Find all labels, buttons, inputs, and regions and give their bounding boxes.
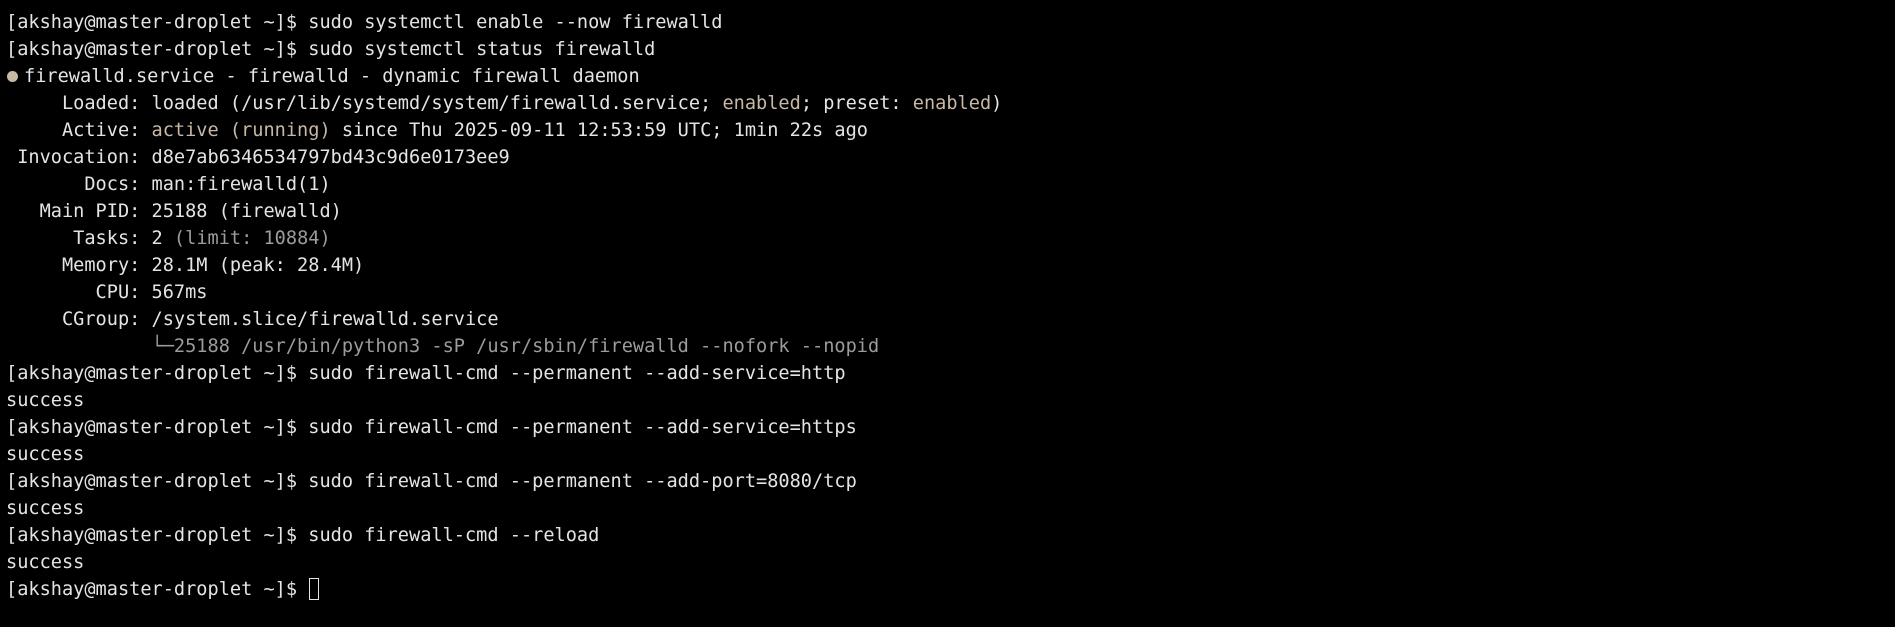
command-text: sudo firewall-cmd --reload (308, 525, 600, 546)
command-line: [akshay@master-droplet ~]$ sudo systemct… (6, 36, 1895, 63)
status-invocation-line: Invocation: d8e7ab6346534797bd43c9d6e017… (6, 144, 1895, 171)
command-output: success (6, 498, 85, 519)
field-label: Main PID: (6, 201, 152, 222)
command-line: [akshay@master-droplet ~]$ sudo firewall… (6, 468, 1895, 495)
shell-prompt: [akshay@master-droplet ~]$ (6, 525, 309, 546)
terminal-window[interactable]: [akshay@master-droplet ~]$ sudo systemct… (0, 0, 1895, 627)
command-output: success (6, 552, 85, 573)
cgroup-process-tree: └─25188 /usr/bin/python3 -sP /usr/sbin/f… (6, 336, 880, 357)
status-docs-line: Docs: man:firewalld(1) (6, 171, 1895, 198)
command-text: sudo systemctl status firewalld (308, 39, 656, 60)
field-label: Tasks: (6, 228, 152, 249)
shell-prompt: [akshay@master-droplet ~]$ (6, 417, 309, 438)
field-label: CPU: (6, 282, 152, 303)
status-cgroup-line: CGroup: /system.slice/firewalld.service (6, 306, 1895, 333)
field-label: Loaded: (6, 93, 152, 114)
shell-prompt: [akshay@master-droplet ~]$ (6, 363, 309, 384)
status-cpu-line: CPU: 567ms (6, 279, 1895, 306)
shell-prompt: [akshay@master-droplet ~]$ (6, 12, 309, 33)
invocation-id: d8e7ab6346534797bd43c9d6e0173ee9 (151, 147, 510, 168)
status-mainpid-line: Main PID: 25188 (firewalld) (6, 198, 1895, 225)
loaded-path: loaded (/usr/lib/systemd/system/firewall… (151, 93, 723, 114)
command-line: [akshay@master-droplet ~]$ sudo firewall… (6, 414, 1895, 441)
field-label: Invocation: (6, 147, 152, 168)
unit-description: firewalld.service - firewalld - dynamic … (24, 66, 640, 87)
command-output: success (6, 390, 85, 411)
tasks-value: 2 (151, 228, 163, 249)
active-since: since Thu 2025-09-11 12:53:59 UTC; 1min … (330, 120, 868, 141)
status-tasks-line: Tasks: 2 (limit: 10884) (6, 225, 1895, 252)
docs-value: man:firewalld(1) (151, 174, 331, 195)
shell-prompt: [akshay@master-droplet ~]$ (6, 39, 309, 60)
active-state: active (running) (151, 120, 331, 141)
command-text: sudo firewall-cmd --permanent --add-serv… (308, 417, 857, 438)
main-pid-value: 25188 (firewalld) (151, 201, 342, 222)
status-memory-line: Memory: 28.1M (peak: 28.4M) (6, 252, 1895, 279)
text-cursor[interactable] (309, 578, 320, 600)
cpu-value: 567ms (151, 282, 208, 303)
command-line: [akshay@master-droplet ~]$ sudo firewall… (6, 360, 1895, 387)
field-label: Active: (6, 120, 152, 141)
enabled-state: enabled (722, 93, 801, 114)
command-text: sudo firewall-cmd --permanent --add-port… (308, 471, 857, 492)
command-text: sudo firewall-cmd --permanent --add-serv… (308, 363, 846, 384)
field-label: Docs: (6, 174, 152, 195)
field-label: Memory: (6, 255, 152, 276)
status-dot-icon (7, 70, 18, 82)
command-line: [akshay@master-droplet ~]$ sudo systemct… (6, 9, 1895, 36)
command-line: [akshay@master-droplet ~]$ sudo firewall… (6, 522, 1895, 549)
preset-state: enabled (912, 93, 992, 114)
field-label: CGroup: (6, 309, 152, 330)
status-unit-line: firewalld.service - firewalld - dynamic … (6, 63, 1895, 90)
status-active-line: Active: active (running) since Thu 2025-… (6, 117, 1895, 144)
preset-label: ; preset: (800, 93, 913, 114)
memory-value: 28.1M (peak: 28.4M) (151, 255, 365, 276)
command-output: success (6, 444, 85, 465)
cgroup-value: /system.slice/firewalld.service (151, 309, 499, 330)
active-prompt-line[interactable]: [akshay@master-droplet ~]$ (6, 576, 1895, 603)
command-text: sudo systemctl enable --now firewalld (308, 12, 723, 33)
status-loaded-line: Loaded: loaded (/usr/lib/systemd/system/… (6, 90, 1895, 117)
tasks-limit: (limit: 10884) (162, 228, 331, 249)
shell-prompt: [akshay@master-droplet ~]$ (6, 579, 309, 600)
loaded-close: ) (991, 93, 1003, 114)
shell-prompt: [akshay@master-droplet ~]$ (6, 471, 309, 492)
